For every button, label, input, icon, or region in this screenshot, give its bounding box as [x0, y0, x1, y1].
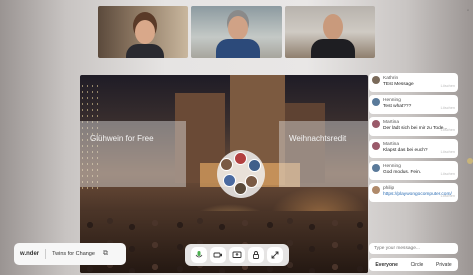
- chat-message: Henning Test what??? Löschen: [369, 94, 458, 114]
- participant-video-3[interactable]: [285, 6, 375, 58]
- screen-share-icon[interactable]: [228, 247, 245, 263]
- window-edge-icon: ◦: [467, 8, 470, 14]
- participant-face: [135, 20, 155, 44]
- avatar: [372, 119, 380, 128]
- avatar: [372, 76, 380, 84]
- avatar[interactable]: [220, 158, 233, 171]
- avatar: [372, 185, 380, 194]
- lock-icon[interactable]: [248, 247, 265, 263]
- area-label-left[interactable]: Glühwein for Free: [80, 121, 186, 187]
- copy-icon[interactable]: ⧉: [103, 250, 108, 258]
- chat-message: Kathrin TEst Message Löschen: [369, 73, 458, 92]
- space-name: Twins for Change: [52, 251, 95, 257]
- delete-message-link[interactable]: Löschen: [441, 150, 455, 155]
- divider: [45, 249, 47, 259]
- avatar: [372, 141, 380, 150]
- chat-message: Martina Der lädt sich bei mir zu Tode...…: [369, 116, 458, 136]
- area-label-text: Glühwein for Free: [90, 134, 154, 143]
- chat-message: philip https://playwongocomputer.com/ Lö…: [369, 182, 458, 202]
- delete-message-link[interactable]: Löschen: [441, 172, 455, 177]
- avatar: [372, 163, 380, 172]
- participant-video-2[interactable]: [191, 6, 282, 58]
- avatar[interactable]: [234, 182, 247, 195]
- status-indicator: [467, 158, 473, 164]
- media-toolbar: [185, 244, 289, 266]
- brand-logo: w.nder: [20, 251, 40, 257]
- area-label-right[interactable]: Weihnachtsredit: [279, 121, 368, 187]
- delete-message-link[interactable]: Löschen: [441, 106, 455, 111]
- chat-audience-tabs: Everyone Circle Private: [369, 258, 458, 271]
- participant-face: [228, 16, 248, 40]
- microphone-icon[interactable]: [190, 247, 207, 263]
- participant-video-1[interactable]: [98, 6, 188, 58]
- tab-private[interactable]: Private: [436, 262, 452, 268]
- participant-torso: [216, 39, 260, 58]
- participant-torso: [126, 44, 164, 58]
- chat-message-input[interactable]: [369, 243, 458, 254]
- participant-torso: [311, 39, 355, 58]
- participant-face: [323, 14, 343, 40]
- chat-message: Martina Klapst das bei euch? Löschen: [369, 138, 458, 158]
- avatar: [372, 97, 380, 106]
- delete-message-link[interactable]: Löschen: [441, 128, 455, 133]
- tab-everyone[interactable]: Everyone: [375, 262, 398, 268]
- tab-circle[interactable]: Circle: [411, 262, 424, 268]
- user-avatar-cluster[interactable]: [217, 150, 265, 198]
- delete-message-link[interactable]: Löschen: [441, 194, 455, 199]
- avatar[interactable]: [234, 152, 247, 165]
- chat-panel: Kathrin TEst Message Löschen Henning Tes…: [369, 73, 458, 205]
- camera-icon[interactable]: [209, 247, 226, 263]
- area-label-text: Weihnachtsredit: [289, 134, 347, 143]
- avatar[interactable]: [248, 159, 261, 172]
- chat-message: Henning God modus. Fein. Löschen: [369, 160, 458, 180]
- delete-message-link[interactable]: Löschen: [441, 84, 455, 89]
- space-info-bar: w.nder Twins for Change ⧉: [14, 243, 126, 265]
- fullscreen-icon[interactable]: [267, 247, 284, 263]
- avatar[interactable]: [245, 175, 258, 188]
